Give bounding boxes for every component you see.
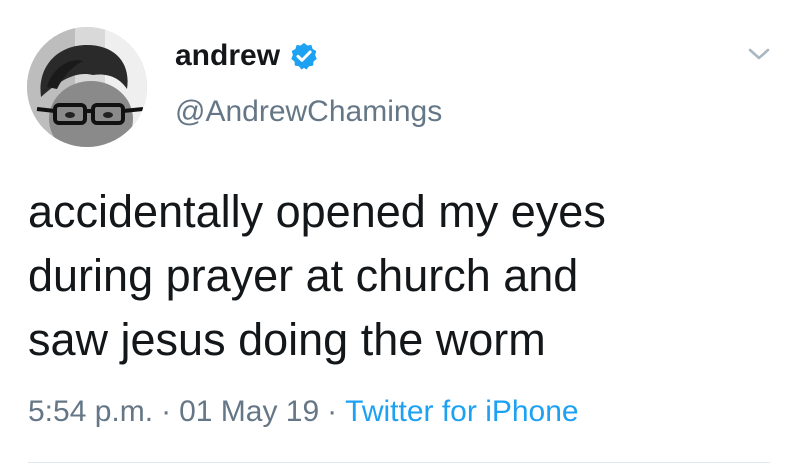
display-name[interactable]: andrew — [175, 36, 280, 76]
divider — [28, 462, 770, 463]
tweet-time[interactable]: 5:54 p.m. — [28, 395, 153, 428]
author-row: andrew — [175, 36, 319, 76]
tweet-text-line: accidentally opened my eyes — [28, 186, 606, 237]
verified-badge-icon — [289, 41, 319, 71]
tweet-text-line: during prayer at church and — [28, 250, 579, 301]
avatar[interactable] — [27, 27, 147, 147]
tweet-text-line: saw jesus doing the worm — [28, 314, 546, 365]
tweet-card: andrew @AndrewChamings accidentally open… — [0, 0, 800, 474]
separator: · — [327, 395, 338, 428]
separator: · — [161, 395, 172, 428]
user-handle[interactable]: @AndrewChamings — [175, 92, 442, 132]
tweet-text: accidentally opened my eyes during praye… — [28, 180, 768, 372]
tweet-metadata: 5:54 p.m. · 01 May 19 · Twitter for iPhone — [28, 392, 579, 432]
chevron-down-icon[interactable] — [744, 42, 774, 66]
tweet-source-link[interactable]: Twitter for iPhone — [345, 395, 578, 428]
avatar-photo — [27, 27, 147, 147]
tweet-date[interactable]: 01 May 19 — [179, 395, 319, 428]
